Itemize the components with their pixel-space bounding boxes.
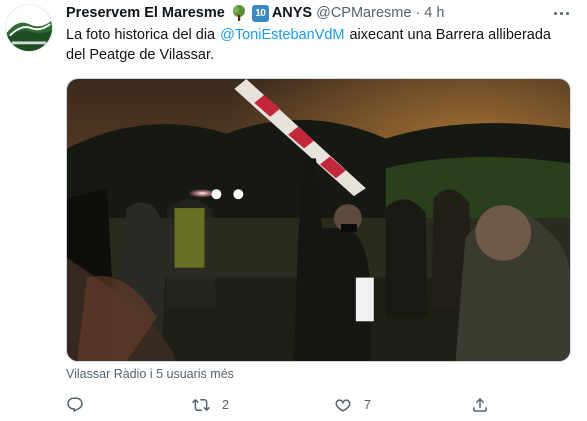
tagged-users-link[interactable]: Vilassar Ràdio i 5 usuaris més	[66, 367, 234, 381]
like-count: 7	[364, 398, 371, 412]
tweet-photo[interactable]	[66, 78, 571, 362]
retweet-button[interactable]: 2	[192, 394, 229, 416]
keycap-10-emoji: 10	[251, 4, 269, 22]
heart-icon	[335, 399, 351, 412]
reply-button[interactable]	[66, 394, 96, 416]
user-handle[interactable]: @CPMaresme	[316, 5, 411, 21]
preservem-logo	[6, 5, 52, 51]
like-button[interactable]: 7	[334, 394, 371, 416]
avatar[interactable]	[5, 4, 53, 52]
night-scene-photo	[67, 79, 570, 361]
mention-link[interactable]: @ToniEstebanVdM	[220, 27, 344, 43]
separator-dot: ·	[415, 5, 421, 21]
tree-emoji-icon	[230, 4, 248, 22]
action-bar: 2 7	[66, 394, 496, 416]
retweet-icon	[192, 398, 210, 412]
display-name[interactable]: Preservem El Maresme	[66, 5, 225, 21]
tweet-text: La foto historica del dia @ToniEstebanVdM…	[66, 25, 566, 65]
timestamp[interactable]: 4 h	[424, 5, 444, 21]
tweet-header: Preservem El Maresme 10 ANYS @CPMaresme …	[66, 3, 536, 23]
share-button[interactable]	[471, 394, 489, 416]
tweet-text-start: La foto historica del dia	[66, 27, 216, 43]
more-options-icon[interactable]	[548, 4, 574, 22]
share-icon	[473, 397, 487, 412]
reply-icon	[67, 397, 83, 413]
name-suffix: ANYS	[271, 5, 313, 21]
retweet-count: 2	[222, 398, 229, 412]
